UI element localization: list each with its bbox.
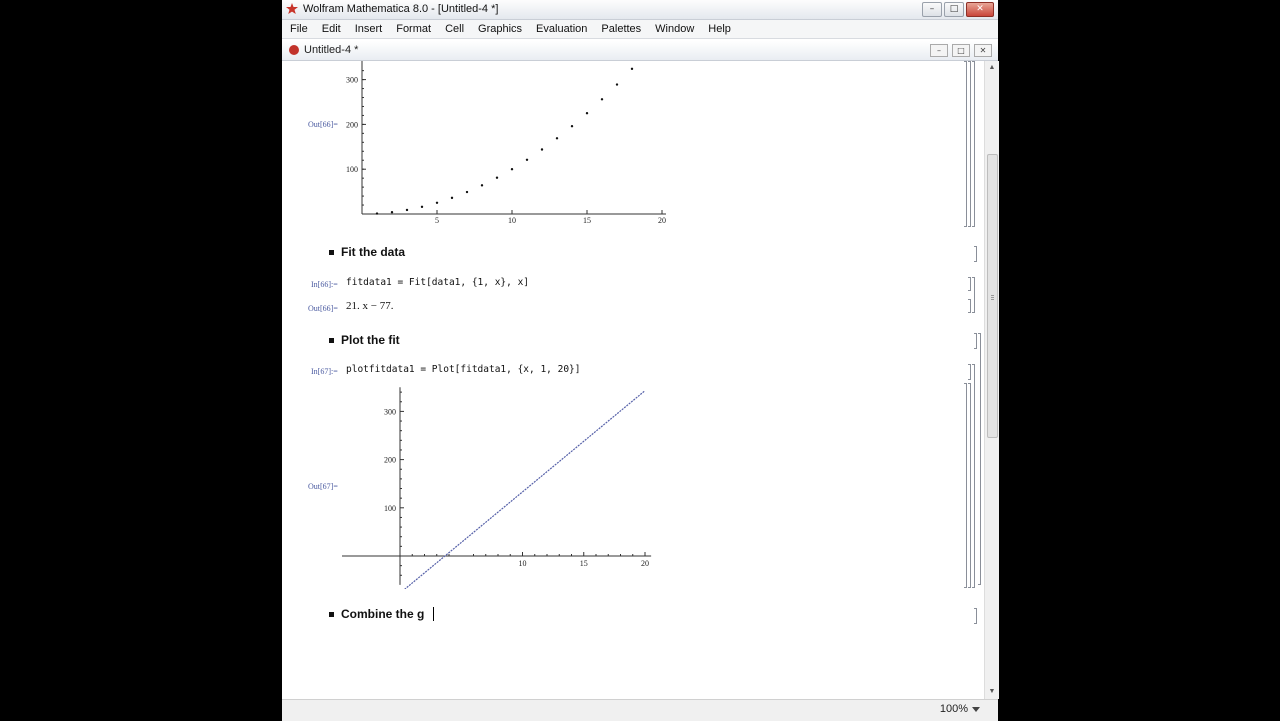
text-cursor xyxy=(433,607,434,621)
y-tick-label: 200 xyxy=(384,456,396,465)
cell-bracket[interactable] xyxy=(968,383,971,588)
x-tick-label: 20 xyxy=(658,216,666,225)
output-label: Out[67]= xyxy=(308,482,338,491)
section-bullet xyxy=(329,612,334,617)
data-point xyxy=(480,184,484,187)
x-tick-label: 10 xyxy=(508,216,516,225)
section-heading[interactable]: Combine the g xyxy=(341,607,424,621)
section-bullet xyxy=(329,250,334,255)
y-tick-label: 300 xyxy=(384,407,396,416)
data-point xyxy=(450,196,454,200)
data-point xyxy=(540,148,544,151)
y-tick-label: 100 xyxy=(384,504,396,513)
doc-maximize-button[interactable]: □ xyxy=(952,44,970,57)
section-heading[interactable]: Fit the data xyxy=(341,245,405,259)
data-point xyxy=(555,137,559,140)
output-label: Out[66]= xyxy=(308,120,338,129)
data-scatter-plot[interactable]: 5 10 15 20 100 200 300 xyxy=(342,61,682,231)
notebook-area[interactable]: Out[66]= 5 10 15 20 100 200 300 Fit the data I… xyxy=(282,61,984,699)
maximize-button[interactable]: □ xyxy=(944,2,964,17)
title-bar[interactable]: Wolfram Mathematica 8.0 - [Untitled-4 *]… xyxy=(282,0,998,20)
cell-bracket[interactable] xyxy=(968,277,971,291)
x-tick-label: 20 xyxy=(641,559,649,568)
menu-format[interactable]: Format xyxy=(388,23,437,35)
cell-bracket[interactable] xyxy=(968,299,971,313)
scroll-down-icon[interactable]: ▼ xyxy=(987,687,997,697)
cell-group-bracket[interactable] xyxy=(972,364,975,588)
mathematica-logo-icon xyxy=(286,3,298,14)
notebook-icon xyxy=(289,45,299,55)
cell-group-bracket[interactable] xyxy=(972,61,975,227)
data-point xyxy=(570,124,574,128)
menu-palettes[interactable]: Palettes xyxy=(593,23,647,35)
data-point xyxy=(525,158,529,161)
minimize-button[interactable]: – xyxy=(922,2,942,17)
data-point xyxy=(510,168,514,171)
scroll-thumb[interactable] xyxy=(987,154,998,438)
cell-bracket[interactable] xyxy=(968,364,971,380)
vertical-scrollbar[interactable]: ▲ ▼ xyxy=(984,61,999,699)
input-cell[interactable]: plotfitdata1 = Plot[fitdata1, {x, 1, 20}… xyxy=(346,364,581,375)
x-tick-label: 15 xyxy=(583,216,591,225)
menu-window[interactable]: Window xyxy=(647,23,700,35)
menu-insert[interactable]: Insert xyxy=(347,23,389,35)
doc-close-button[interactable]: ✕ xyxy=(974,44,992,57)
output-label: Out[66]= xyxy=(308,304,338,313)
scroll-up-icon[interactable]: ▲ xyxy=(987,63,997,73)
data-point xyxy=(495,176,499,179)
data-point xyxy=(390,211,394,214)
zoom-dropdown-icon[interactable] xyxy=(972,707,980,712)
cell-bracket[interactable] xyxy=(974,333,977,349)
x-tick-label: 10 xyxy=(519,559,527,568)
menu-edit[interactable]: Edit xyxy=(314,23,347,35)
data-point xyxy=(465,190,469,194)
cell-bracket[interactable] xyxy=(974,608,977,624)
y-tick-label: 100 xyxy=(346,165,358,174)
data-point xyxy=(420,205,424,209)
menu-file[interactable]: File xyxy=(282,23,314,35)
data-point xyxy=(585,112,589,115)
cell-bracket[interactable] xyxy=(964,383,967,588)
cell-bracket[interactable] xyxy=(964,61,967,227)
status-bar: 100% xyxy=(282,699,998,721)
menu-graphics[interactable]: Graphics xyxy=(470,23,528,35)
data-point xyxy=(405,208,409,212)
input-label: In[67]:= xyxy=(311,367,338,376)
x-tick-label: 5 xyxy=(435,216,439,225)
menu-bar: File Edit Insert Format Cell Graphics Ev… xyxy=(282,20,998,39)
fit-line-plot[interactable]: 10 15 20 100 200 300 xyxy=(342,379,682,589)
fit-line xyxy=(404,390,646,589)
y-tick-label: 300 xyxy=(346,76,358,85)
close-button[interactable]: ✕ xyxy=(966,2,994,17)
cell-bracket[interactable] xyxy=(974,246,977,262)
menu-cell[interactable]: Cell xyxy=(437,23,470,35)
x-tick-label: 15 xyxy=(580,559,588,568)
cell-bracket[interactable] xyxy=(968,61,971,227)
data-point xyxy=(375,212,379,215)
window-title: Wolfram Mathematica 8.0 - [Untitled-4 *] xyxy=(303,3,499,15)
data-point xyxy=(630,67,634,71)
document-title: Untitled-4 * xyxy=(304,44,359,56)
input-cell[interactable]: fitdata1 = Fit[data1, {1, x}, x] xyxy=(346,277,529,288)
y-tick-label: 200 xyxy=(346,120,358,129)
cell-group-bracket[interactable] xyxy=(978,333,981,585)
data-point xyxy=(600,98,604,101)
section-bullet xyxy=(329,338,334,343)
zoom-level[interactable]: 100% xyxy=(940,703,968,715)
section-heading[interactable]: Plot the fit xyxy=(341,333,400,347)
document-title-bar[interactable]: Untitled-4 * – □ ✕ xyxy=(282,41,998,61)
mathematica-window: Wolfram Mathematica 8.0 - [Untitled-4 *]… xyxy=(282,0,999,721)
doc-minimize-button[interactable]: – xyxy=(930,44,948,57)
data-point xyxy=(615,83,619,86)
input-label: In[66]:= xyxy=(311,280,338,289)
output-cell[interactable]: 21. x − 77. xyxy=(346,300,393,312)
menu-evaluation[interactable]: Evaluation xyxy=(528,23,593,35)
cell-group-bracket[interactable] xyxy=(972,277,975,313)
data-point xyxy=(435,201,439,204)
menu-help[interactable]: Help xyxy=(700,23,737,35)
